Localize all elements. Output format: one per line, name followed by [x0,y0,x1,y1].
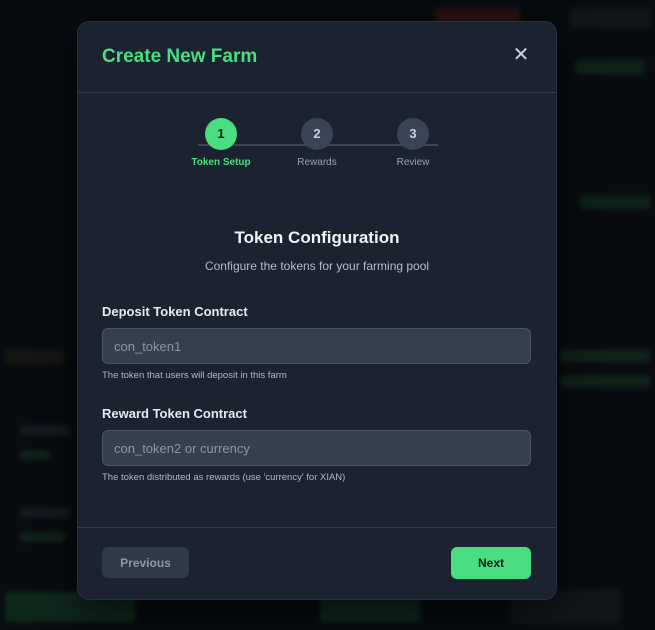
close-icon[interactable]: ✕ [510,44,532,66]
deposit-token-input[interactable] [102,328,531,364]
step-review[interactable]: 3 Review [373,118,453,168]
deposit-token-help: The token that users will deposit in thi… [102,370,287,381]
section-subtitle: Configure the tokens for your farming po… [204,259,430,273]
step-label: Review [396,157,430,168]
step-token-setup[interactable]: 1 Token Setup [181,118,261,168]
step-label: Rewards [297,157,337,168]
reward-token-input[interactable] [102,430,531,466]
section-title: Token Configuration [234,228,400,247]
reward-token-label: Reward Token Contract [102,406,247,421]
deposit-token-label: Deposit Token Contract [102,304,248,319]
create-farm-modal: Create New Farm ✕ 1 Token Setup 2 Reward… [77,21,557,600]
previous-button[interactable]: Previous [102,547,189,578]
reward-token-help: The token distributed as rewards (use 'c… [102,472,346,483]
next-button[interactable]: Next [451,547,531,579]
stepper: 1 Token Setup 2 Rewards 3 Review [78,118,556,178]
step-number: 2 [301,118,333,150]
modal-footer: Previous Next [78,527,556,599]
step-number: 3 [397,118,429,150]
step-number: 1 [205,118,237,150]
step-label: Token Setup [191,157,251,168]
step-rewards[interactable]: 2 Rewards [277,118,357,168]
modal-title: Create New Farm [102,46,258,67]
modal-header: Create New Farm ✕ [78,22,556,93]
